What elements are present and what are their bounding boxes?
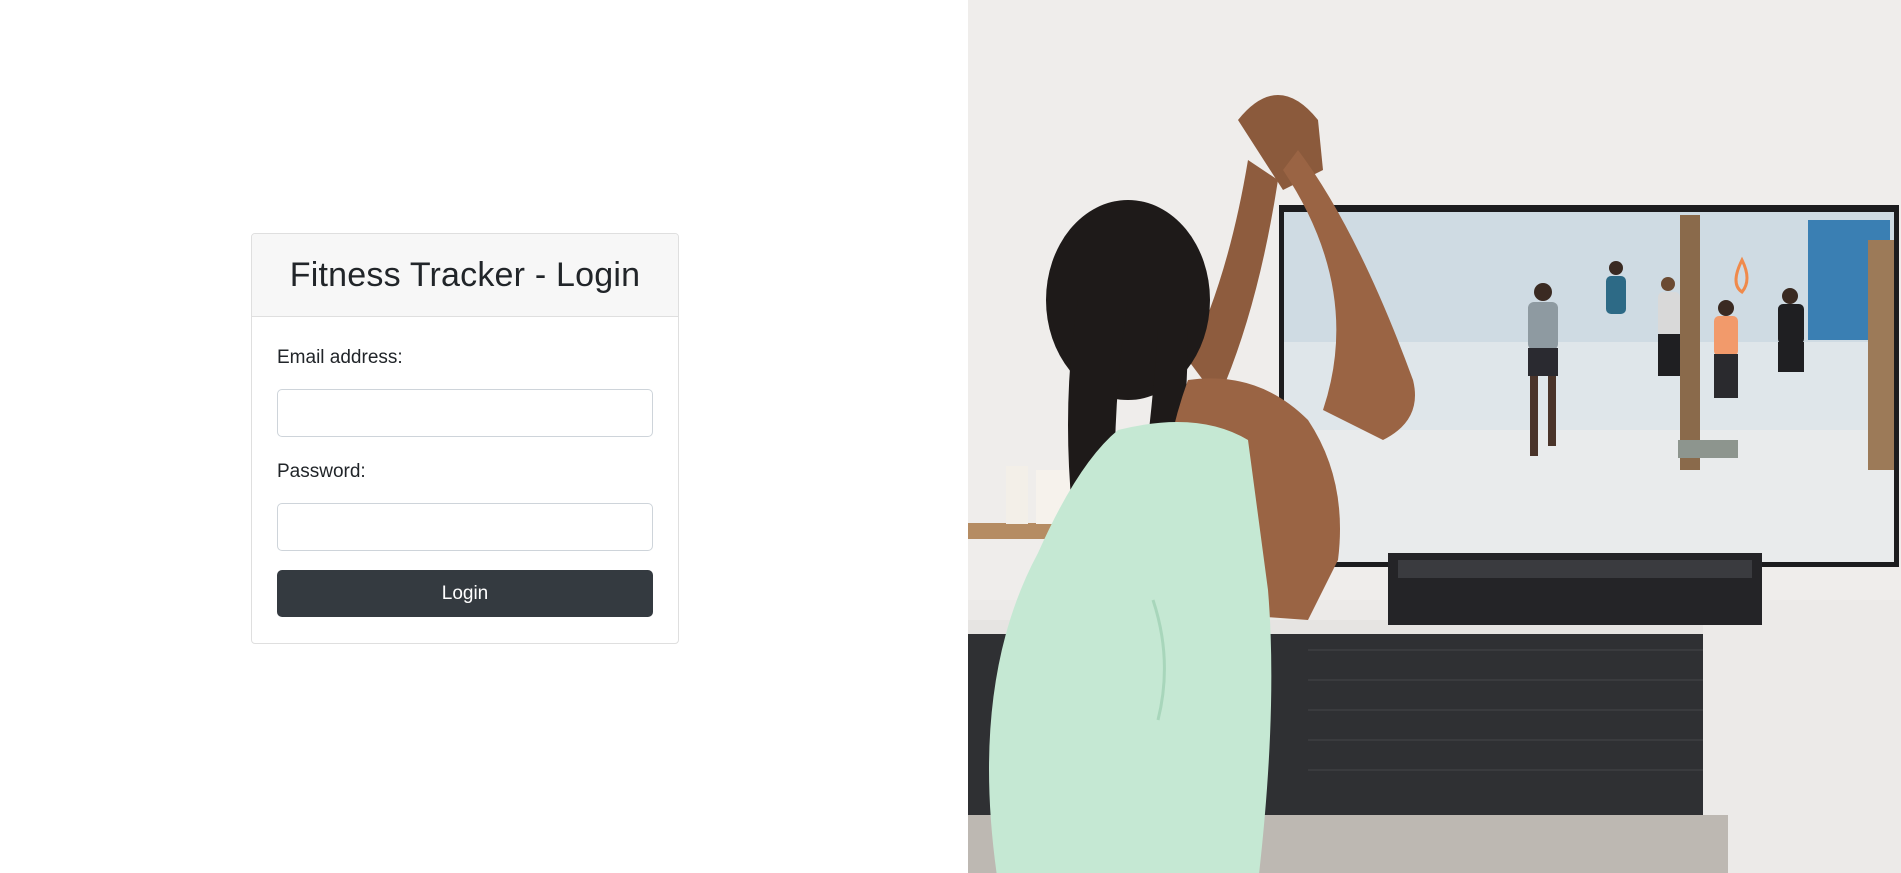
email-label: Email address: bbox=[277, 347, 403, 368]
login-card: Fitness Tracker - Login Email address: P… bbox=[251, 233, 679, 644]
password-label: Password: bbox=[277, 461, 366, 482]
hero-photo bbox=[968, 0, 1901, 873]
login-button[interactable]: Login bbox=[277, 570, 653, 617]
email-field[interactable] bbox=[277, 389, 653, 437]
login-pane: Fitness Tracker - Login Email address: P… bbox=[0, 0, 968, 873]
card-body: Email address: Password: Login bbox=[252, 317, 678, 617]
page-title: Fitness Tracker - Login bbox=[289, 255, 641, 294]
password-field[interactable] bbox=[277, 503, 653, 551]
card-header: Fitness Tracker - Login bbox=[252, 234, 678, 317]
